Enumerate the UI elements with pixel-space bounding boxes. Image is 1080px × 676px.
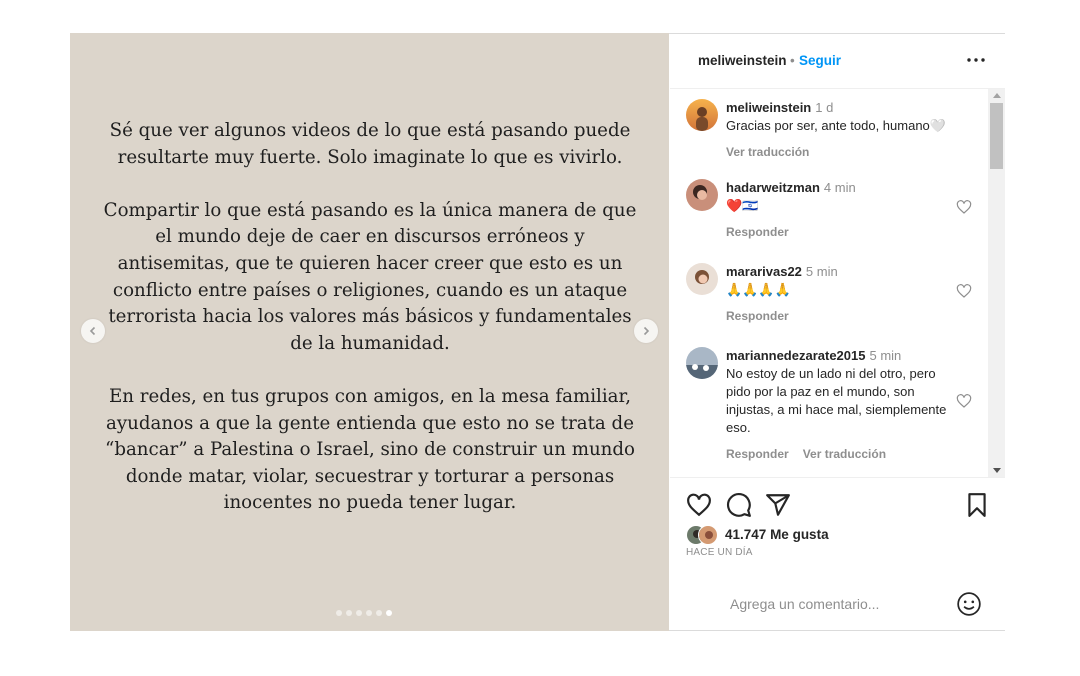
carousel-dot — [356, 610, 362, 616]
comment-username[interactable]: meliweinstein — [726, 100, 811, 115]
follow-button[interactable]: Seguir — [799, 53, 841, 68]
reply-link[interactable]: Responder — [726, 309, 789, 323]
comment-body: hadarweitzman 4 min ❤️🇮🇱 Responder — [726, 179, 956, 241]
scroll-down-arrow-icon[interactable] — [993, 468, 1001, 473]
comment-body: meliweinstein 1 d Gracias por ser, ante t… — [726, 99, 956, 161]
carousel-dot — [366, 610, 372, 616]
reply-link[interactable]: Responder — [726, 225, 789, 239]
chevron-left-icon — [89, 326, 96, 336]
heart-icon[interactable] — [686, 492, 712, 518]
comment-meta: Responder — [726, 307, 956, 325]
carousel-prev-button[interactable] — [81, 319, 105, 343]
comment-meta: Responder — [726, 223, 956, 241]
bookmark-icon[interactable] — [964, 492, 990, 518]
carousel-dot — [386, 610, 392, 616]
comment-username[interactable]: mariannedezarate2015 — [726, 348, 865, 363]
scroll-thumb[interactable] — [990, 103, 1003, 169]
share-icon[interactable] — [765, 492, 791, 518]
comment-username[interactable]: hadarweitzman — [726, 180, 820, 195]
comment-meta: Responder Ver traducción — [726, 445, 956, 463]
scroll-up-arrow-icon[interactable] — [993, 93, 1001, 98]
see-translation-link[interactable]: Ver traducción — [726, 145, 809, 159]
carousel-dot — [346, 610, 352, 616]
comments-scrollbar[interactable] — [988, 89, 1005, 477]
instagram-post-dialog: Sé que ver algunos videos de lo que está… — [70, 33, 1005, 631]
comments-list[interactable]: meliweinstein 1 d Gracias por ser, ante t… — [670, 89, 1005, 477]
comment-time: 5 min — [869, 348, 902, 363]
carousel-dots — [336, 610, 392, 616]
avatar[interactable] — [686, 263, 718, 295]
post-header: meliweinstein • Seguir — [670, 34, 1005, 89]
comment-meta: Ver traducción — [726, 143, 956, 161]
heart-icon[interactable] — [956, 283, 972, 299]
comment-icon[interactable] — [726, 492, 752, 518]
carousel-next-button[interactable] — [634, 319, 658, 343]
carousel-dot — [336, 610, 342, 616]
heart-icon[interactable] — [956, 199, 972, 215]
comment-username[interactable]: mararivas22 — [726, 264, 802, 279]
author-username[interactable]: meliweinstein — [698, 53, 787, 68]
comment-text: No estoy de un lado ni del otro, pero pi… — [726, 366, 947, 435]
media-paragraph: Sé que ver algunos videos de lo que está… — [109, 120, 631, 168]
posted-time[interactable]: HACE UN DÍA — [686, 547, 753, 558]
comment-body: mararivas22 5 min 🙏🙏🙏🙏 Responder — [726, 263, 956, 325]
media-paragraph: En redes, en tus grupos con amigos, en l… — [105, 385, 635, 514]
comment-time: 4 min — [823, 180, 856, 195]
comment-input[interactable]: Agrega un comentario... — [730, 596, 879, 612]
post-actions: 41.747 Me gusta HACE UN DÍA — [670, 477, 1005, 558]
more-horizontal-icon[interactable] — [966, 52, 986, 68]
avatar[interactable] — [686, 99, 718, 131]
carousel-dot — [376, 610, 382, 616]
comment-text: ❤️🇮🇱 — [726, 198, 759, 213]
add-comment-bar: Agrega un comentario... — [670, 578, 1005, 630]
comment-time: 5 min — [805, 264, 838, 279]
avatar — [698, 525, 718, 545]
comment-text: 🙏🙏🙏🙏 — [726, 282, 791, 297]
chevron-right-icon — [643, 326, 650, 336]
avatar[interactable] — [686, 347, 718, 379]
reply-link[interactable]: Responder — [726, 447, 789, 461]
media-text: Sé que ver algunos videos de lo que está… — [100, 118, 640, 544]
emoji-icon[interactable] — [956, 591, 982, 617]
comment-body: mariannedezarate2015 5 min No estoy de un… — [726, 347, 956, 463]
media-paragraph: Compartir lo que está pasando es la únic… — [103, 199, 637, 354]
avatar[interactable] — [686, 179, 718, 211]
header-separator: • — [790, 53, 795, 68]
heart-icon[interactable] — [956, 393, 972, 409]
likes-count: 41.747 Me gusta — [725, 527, 829, 542]
comment-time: 1 d — [815, 100, 834, 115]
post-sidebar: meliweinstein • Seguir meliweinstein 1 d … — [670, 34, 1005, 630]
see-translation-link[interactable]: Ver traducción — [803, 447, 886, 461]
post-media[interactable]: Sé que ver algunos videos de lo que está… — [70, 33, 669, 631]
comment-text: Gracias por ser, ante todo, humano🤍 — [726, 118, 946, 133]
